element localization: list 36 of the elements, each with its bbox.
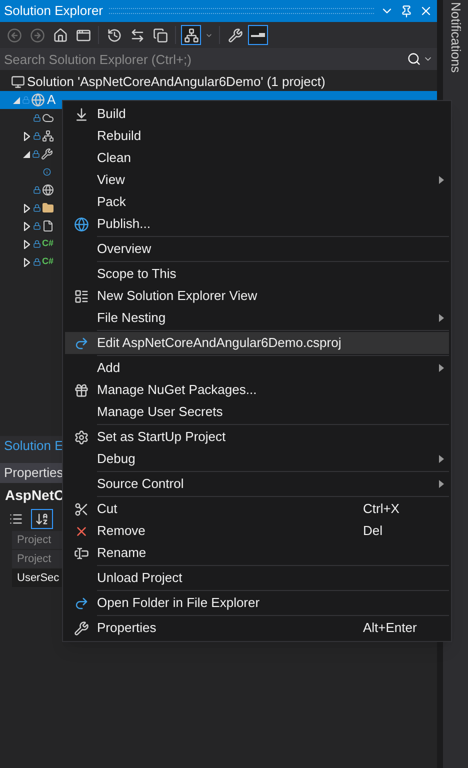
menu-label: Unload Project (97, 569, 182, 588)
panel-title: Properties (4, 464, 64, 482)
tree-label: Solution 'AspNetCoreAndAngular6Demo' (1 project) (27, 73, 326, 92)
menu-label: Build (97, 105, 126, 124)
menu-label: Add (97, 359, 120, 378)
menu-label: Cut (97, 500, 118, 518)
property-name: Project (17, 552, 52, 567)
shortcut-label: Alt+Enter (363, 619, 418, 638)
menu-label: Source Control (97, 475, 184, 494)
menu-label: Publish... (97, 215, 150, 234)
menu-label: Rebuild (97, 127, 142, 146)
menu-label: Properties (97, 619, 156, 638)
menu-label: Rename (97, 544, 146, 562)
menu-label: Clean (97, 149, 131, 168)
menu-label: Remove (97, 522, 146, 540)
menu-label: Debug (97, 450, 136, 468)
shortcut-label: Ctrl+X (363, 500, 400, 518)
menu-label: Set as StartUp Project (97, 428, 226, 446)
tree-label: A (47, 91, 56, 110)
menu-label: Pack (97, 193, 126, 212)
property-name: Project (17, 532, 52, 548)
menu-label: Manage NuGet Packages... (97, 381, 257, 400)
menu-label: Edit AspNetCoreAndAngular6Demo.csproj (97, 334, 342, 352)
file-type-label: C# (42, 255, 54, 268)
file-type-label: C# (42, 237, 54, 250)
menu-label: Overview (97, 240, 152, 258)
menu-label: File Nesting (97, 309, 166, 328)
shortcut-label: Del (363, 522, 384, 540)
menu-label: New Solution Explorer View (97, 287, 258, 306)
property-name: UserSec (17, 570, 60, 586)
menu-label: View (97, 171, 125, 190)
menu-label: Scope to This (97, 265, 176, 284)
window-title: Solution Explorer (4, 2, 103, 20)
object-name: AspNetC (5, 486, 64, 505)
menu-label: Open Folder in File Explorer (97, 594, 260, 612)
menu-label: Manage User Secrets (97, 403, 223, 422)
